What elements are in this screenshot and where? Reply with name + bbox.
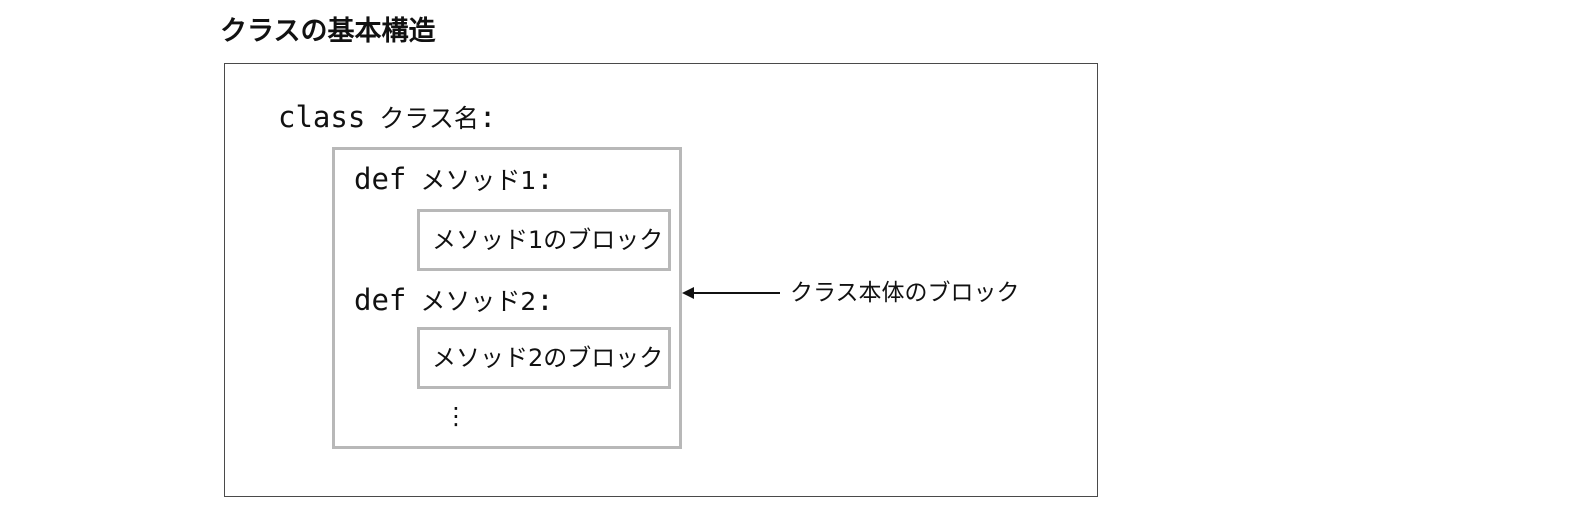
method-2-name: メソッド2 [420, 287, 537, 316]
method-1-block: メソッド1のブロック [417, 209, 671, 271]
def-keyword-1: def [354, 162, 407, 196]
method-2-block: メソッド2のブロック [417, 327, 671, 389]
diagram-title: クラスの基本構造 [220, 16, 436, 47]
method-2-colon: : [536, 283, 554, 317]
class-declaration-line: class クラス名: [278, 98, 496, 136]
callout-arrow-icon [682, 287, 780, 299]
class-colon: : [478, 100, 497, 134]
method-1-colon: : [536, 162, 554, 196]
continuation-ellipsis: ⋮ [444, 402, 468, 430]
class-body-callout-label: クラス本体のブロック [790, 280, 1020, 306]
class-name-placeholder: クラス名 [379, 104, 479, 133]
def-keyword-2: def [354, 283, 407, 317]
method-1-name: メソッド1 [420, 166, 537, 195]
method-1-declaration-line: def メソッド1: [354, 160, 554, 198]
method-2-declaration-line: def メソッド2: [354, 281, 554, 319]
class-keyword: class [278, 100, 366, 134]
